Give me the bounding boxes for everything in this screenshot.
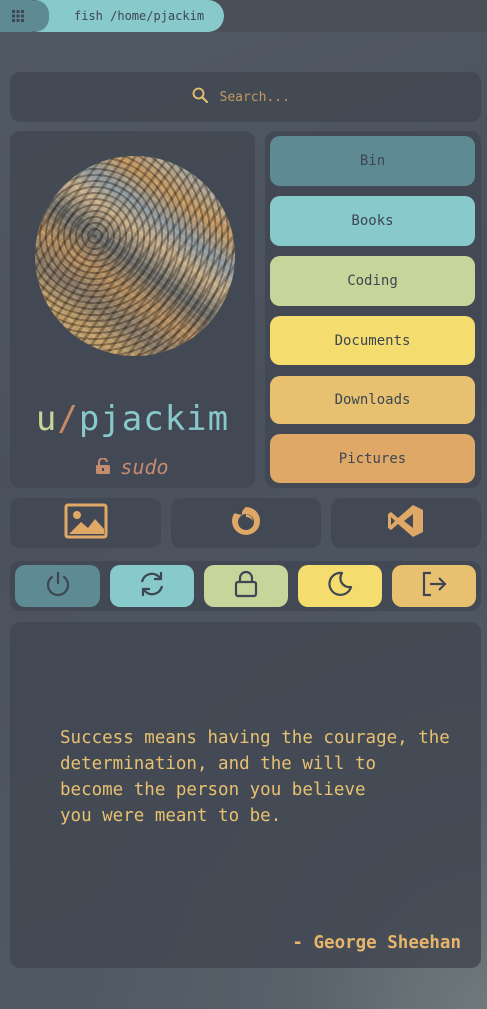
profile-card: u/pjackim sudo bbox=[10, 131, 255, 488]
avatar bbox=[35, 156, 235, 356]
folder-label: Coding bbox=[347, 273, 398, 289]
folder-books-button[interactable]: Books bbox=[270, 196, 475, 246]
sudo-indicator: sudo bbox=[10, 455, 255, 479]
lock-icon bbox=[232, 570, 260, 602]
image-icon bbox=[64, 503, 108, 543]
username: pjackim bbox=[78, 399, 230, 439]
refresh-icon bbox=[138, 570, 166, 602]
quote-text: Success means having the courage, the de… bbox=[60, 728, 450, 826]
folder-coding-button[interactable]: Coding bbox=[270, 256, 475, 306]
folder-label: Books bbox=[351, 213, 394, 229]
vscode-icon bbox=[384, 503, 428, 543]
folder-pictures-button[interactable]: Pictures bbox=[270, 434, 475, 483]
lock-button[interactable] bbox=[204, 565, 288, 607]
moon-icon bbox=[326, 570, 354, 602]
vscode-launcher[interactable] bbox=[331, 498, 481, 548]
shutdown-button[interactable] bbox=[15, 565, 100, 607]
folder-label: Bin bbox=[359, 153, 386, 169]
window-title-pill[interactable]: fish /home/pjackim bbox=[35, 0, 224, 32]
folder-bin-button[interactable]: Bin bbox=[270, 136, 475, 186]
power-menu bbox=[10, 561, 481, 611]
folder-downloads-button[interactable]: Downloads bbox=[270, 376, 475, 424]
sudo-label: sudo bbox=[120, 455, 169, 479]
power-icon bbox=[44, 570, 72, 602]
grid-icon bbox=[12, 7, 24, 26]
folder-shortcuts: Bin Books Coding Documents Downloads Pic… bbox=[265, 131, 481, 488]
username-display: u/pjackim bbox=[10, 399, 255, 439]
quote-author: - George Sheehan bbox=[292, 933, 461, 953]
logout-icon bbox=[420, 570, 448, 602]
folder-label: Documents bbox=[334, 332, 411, 349]
logout-button[interactable] bbox=[392, 565, 476, 607]
sleep-button[interactable] bbox=[298, 565, 382, 607]
quote-card: Success means having the courage, the de… bbox=[10, 622, 481, 968]
folder-documents-button[interactable]: Documents bbox=[270, 316, 475, 365]
search-icon bbox=[192, 87, 208, 107]
top-bar: fish /home/pjackim bbox=[0, 0, 487, 32]
reboot-button[interactable] bbox=[110, 565, 194, 607]
firefox-icon bbox=[224, 503, 268, 543]
username-separator: / bbox=[57, 399, 79, 439]
folder-label: Downloads bbox=[334, 392, 411, 408]
search-input[interactable] bbox=[219, 89, 300, 105]
unlock-icon bbox=[96, 455, 111, 479]
folder-label: Pictures bbox=[338, 450, 407, 467]
image-viewer-launcher[interactable] bbox=[10, 498, 161, 548]
username-prefix: u bbox=[35, 399, 58, 439]
window-title: fish /home/pjackim bbox=[74, 9, 205, 23]
search-bar[interactable] bbox=[10, 72, 481, 122]
workspace-button[interactable] bbox=[0, 0, 46, 32]
firefox-launcher[interactable] bbox=[171, 498, 321, 548]
